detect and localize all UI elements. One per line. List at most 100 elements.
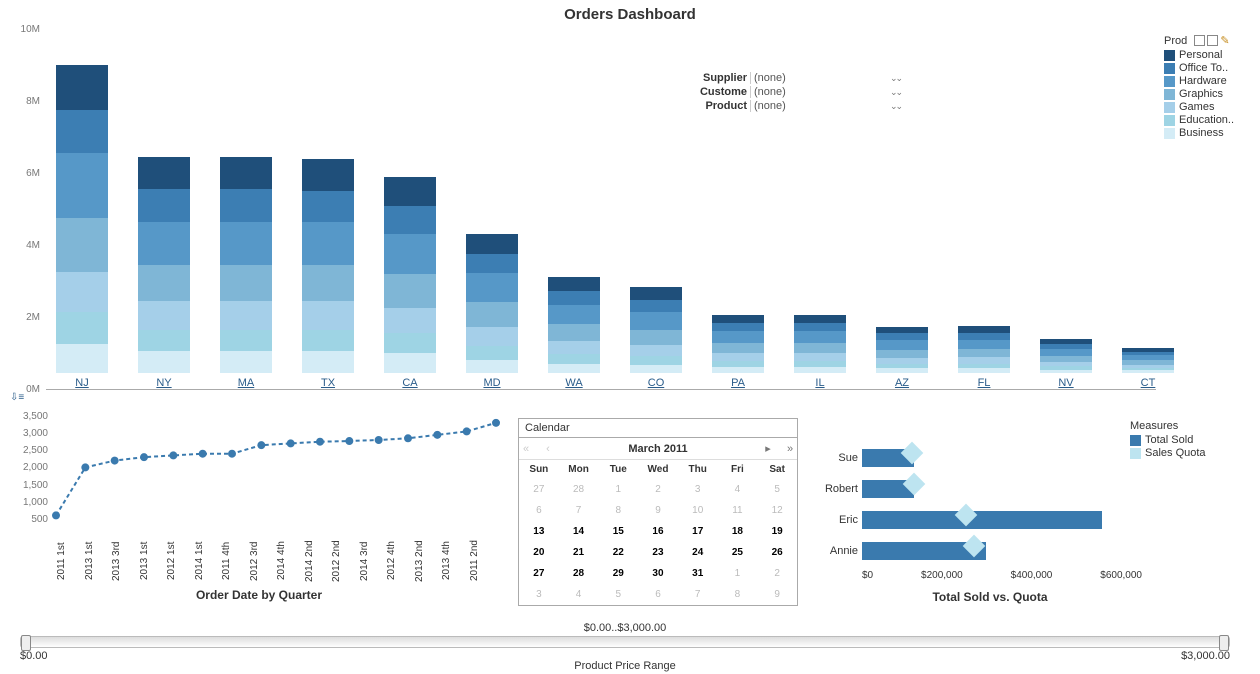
legend-item[interactable]: Education.. [1164, 114, 1242, 126]
calendar-day[interactable]: 7 [678, 584, 718, 605]
calendar-day[interactable]: 12 [757, 500, 797, 521]
line-point[interactable] [492, 419, 500, 427]
bar-category-label[interactable]: CT [1141, 377, 1156, 389]
quota-row[interactable]: Robert [862, 475, 1142, 503]
legend-item[interactable]: Personal [1164, 49, 1242, 61]
bar-category-label[interactable]: CA [402, 377, 417, 389]
calendar-day[interactable]: 18 [718, 521, 758, 542]
bar-column[interactable]: FL [958, 326, 1010, 389]
calendar-day[interactable]: 31 [678, 563, 718, 584]
bar-category-label[interactable]: MD [483, 377, 500, 389]
bar-column[interactable]: NJ [56, 65, 108, 389]
calendar-day[interactable]: 10 [678, 500, 718, 521]
bar-column[interactable]: AZ [876, 327, 928, 389]
bar-column[interactable]: IL [794, 315, 846, 389]
line-point[interactable] [81, 463, 89, 471]
line-point[interactable] [52, 511, 60, 519]
bar-column[interactable]: CA [384, 177, 436, 389]
calendar-day[interactable]: 1 [718, 563, 758, 584]
bar-category-label[interactable]: PA [731, 377, 745, 389]
filter-value[interactable]: (none) [750, 86, 890, 98]
bar-category-label[interactable]: NY [156, 377, 171, 389]
calendar-day[interactable]: 3 [519, 584, 559, 605]
line-point[interactable] [199, 450, 207, 458]
calendar-day[interactable]: 2 [638, 479, 678, 500]
calendar-day[interactable]: 19 [757, 521, 797, 542]
calendar-next-year[interactable]: » [783, 443, 797, 455]
chevron-down-icon[interactable]: ⌄⌄ [890, 87, 901, 98]
calendar-day[interactable]: 25 [718, 542, 758, 563]
calendar-day[interactable]: 21 [559, 542, 599, 563]
calendar-day[interactable]: 27 [519, 563, 559, 584]
legend-item[interactable]: Sales Quota [1130, 447, 1220, 459]
legend-item[interactable]: Business [1164, 127, 1242, 139]
calendar-day[interactable]: 15 [598, 521, 638, 542]
export-icon[interactable]: ⇩≡ [10, 392, 26, 404]
line-point[interactable] [316, 438, 324, 446]
calendar-day[interactable]: 11 [718, 500, 758, 521]
calendar-day[interactable]: 28 [559, 479, 599, 500]
chevron-down-icon[interactable]: ⌄⌄ [890, 101, 901, 112]
calendar-day[interactable]: 26 [757, 542, 797, 563]
legend-item[interactable]: Games [1164, 101, 1242, 113]
bar-column[interactable]: NY [138, 157, 190, 389]
calendar-day[interactable]: 17 [678, 521, 718, 542]
calendar-day[interactable]: 8 [598, 500, 638, 521]
legend-view-icon[interactable] [1207, 35, 1218, 46]
bar-column[interactable]: CO [630, 287, 682, 389]
calendar-day[interactable]: 8 [718, 584, 758, 605]
calendar-day[interactable]: 1 [598, 479, 638, 500]
slider-handle-min[interactable] [21, 635, 31, 651]
calendar-prev-month[interactable]: ‹ [541, 443, 555, 455]
calendar-day[interactable]: 5 [757, 479, 797, 500]
calendar-day[interactable]: 30 [638, 563, 678, 584]
line-point[interactable] [463, 427, 471, 435]
bar-column[interactable]: NV [1040, 339, 1092, 389]
quota-row[interactable]: Eric [862, 506, 1142, 534]
calendar-day[interactable]: 24 [678, 542, 718, 563]
calendar-day[interactable]: 3 [678, 479, 718, 500]
legend-grid-icon[interactable] [1194, 35, 1205, 46]
legend-item[interactable]: Hardware [1164, 75, 1242, 87]
calendar-day[interactable]: 20 [519, 542, 559, 563]
bar-category-label[interactable]: NJ [75, 377, 88, 389]
bar-column[interactable]: PA [712, 315, 764, 389]
calendar-day[interactable]: 9 [757, 584, 797, 605]
calendar-day[interactable]: 14 [559, 521, 599, 542]
line-point[interactable] [345, 437, 353, 445]
bar-category-label[interactable]: FL [978, 377, 991, 389]
calendar-day[interactable]: 29 [598, 563, 638, 584]
calendar-day[interactable]: 6 [638, 584, 678, 605]
legend-edit-icon[interactable]: ✎ [1220, 34, 1229, 47]
line-point[interactable] [287, 439, 295, 447]
calendar-day[interactable]: 22 [598, 542, 638, 563]
calendar-day[interactable]: 5 [598, 584, 638, 605]
quota-row[interactable]: Sue [862, 444, 1142, 472]
calendar-next-month[interactable]: ▸ [761, 442, 775, 455]
line-point[interactable] [404, 434, 412, 442]
legend-item[interactable]: Total Sold [1130, 434, 1220, 446]
calendar-day[interactable]: 9 [638, 500, 678, 521]
bar-category-label[interactable]: NV [1058, 377, 1073, 389]
calendar-day[interactable]: 13 [519, 521, 559, 542]
bar-column[interactable]: MD [466, 234, 518, 389]
bar-column[interactable]: CT [1122, 348, 1174, 389]
calendar-day[interactable]: 16 [638, 521, 678, 542]
line-point[interactable] [111, 457, 119, 465]
bar-category-label[interactable]: TX [321, 377, 335, 389]
line-point[interactable] [140, 453, 148, 461]
bar-category-label[interactable]: IL [815, 377, 824, 389]
slider-track[interactable] [20, 636, 1230, 648]
filter-value[interactable]: (none) [750, 72, 890, 84]
calendar-day[interactable]: 6 [519, 500, 559, 521]
bar-category-label[interactable]: MA [238, 377, 255, 389]
bar-column[interactable]: TX [302, 159, 354, 389]
bar-column[interactable]: WA [548, 277, 600, 389]
calendar-day[interactable]: 23 [638, 542, 678, 563]
calendar-day[interactable]: 27 [519, 479, 559, 500]
bar-category-label[interactable]: CO [648, 377, 665, 389]
calendar-prev-year[interactable]: « [519, 443, 533, 455]
legend-item[interactable]: Graphics [1164, 88, 1242, 100]
line-point[interactable] [433, 431, 441, 439]
slider-handle-max[interactable] [1219, 635, 1229, 651]
